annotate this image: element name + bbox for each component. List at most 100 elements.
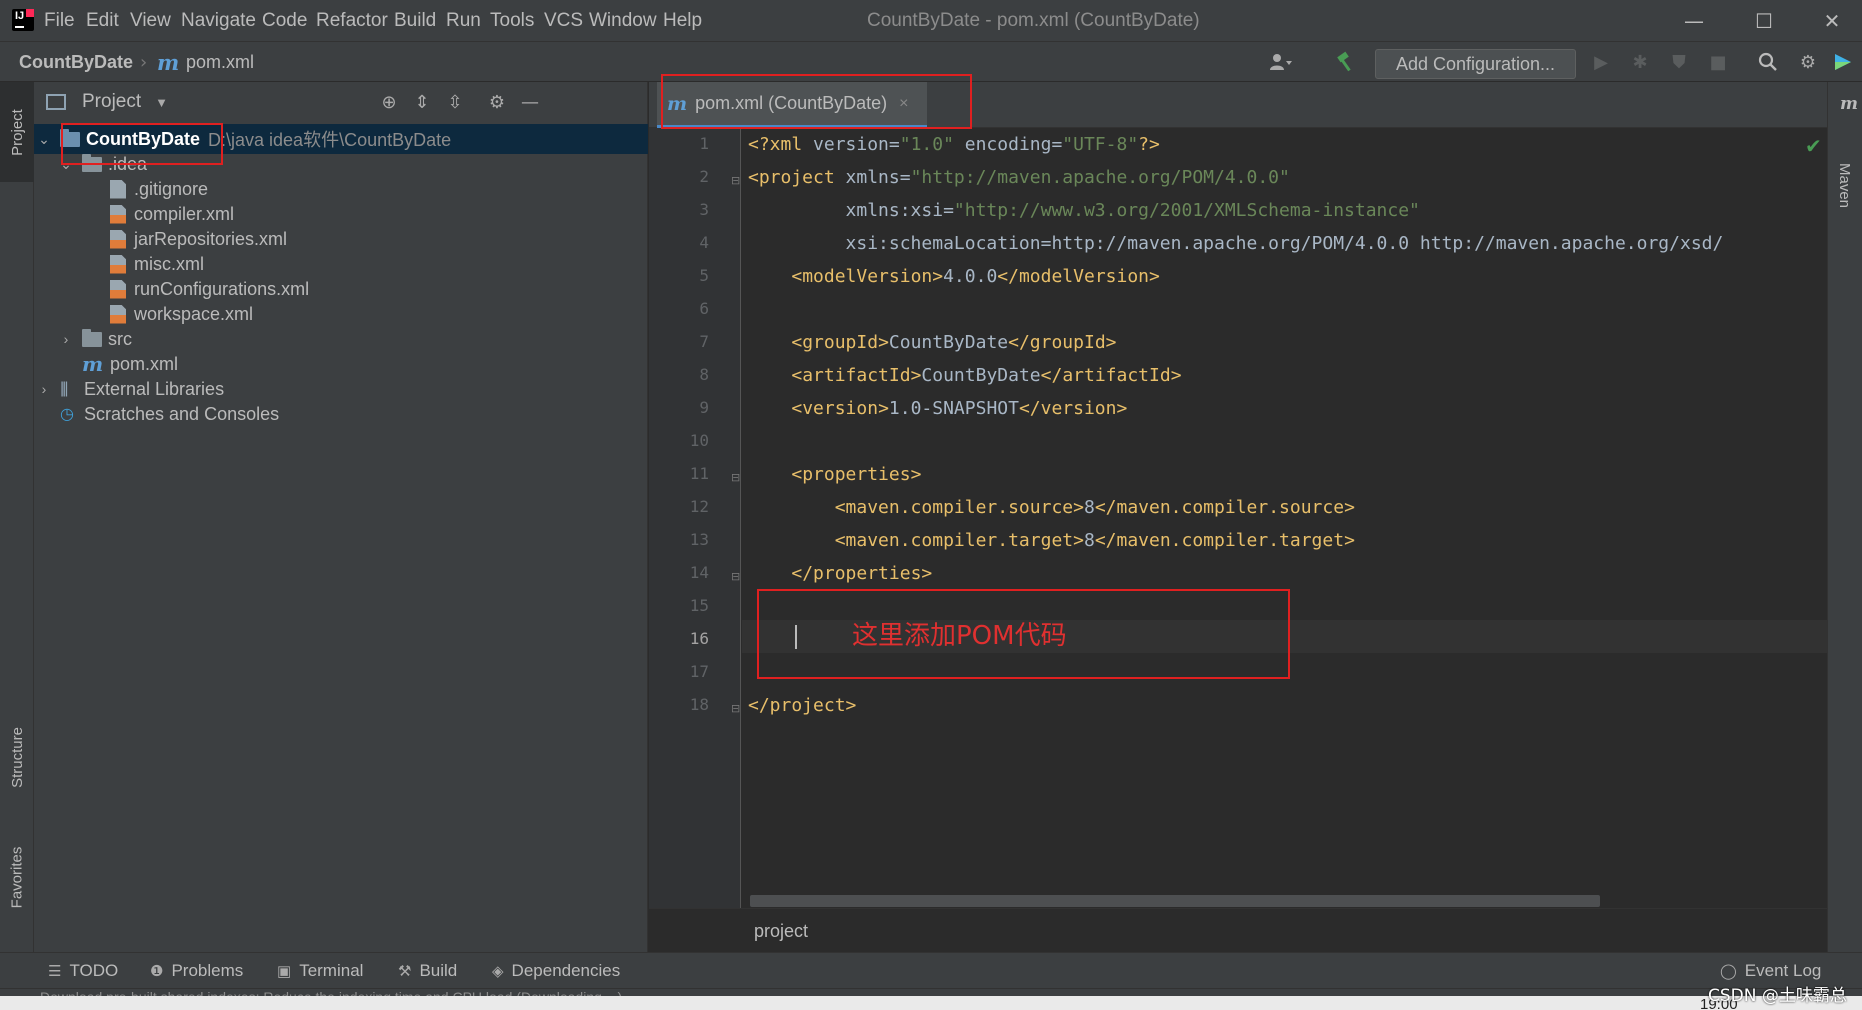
tab-problems[interactable]: ❶ Problems — [150, 953, 243, 989]
chevron-right-icon[interactable]: › — [56, 331, 76, 347]
breadcrumb-separator: › — [140, 51, 148, 73]
annotation-box-tab — [661, 74, 972, 129]
breadcrumb-project[interactable]: CountByDate — [19, 42, 133, 82]
code-line-13: <maven.compiler.target>8</maven.compiler… — [834, 530, 1355, 551]
breadcrumb-file[interactable]: pom.xml — [186, 42, 254, 82]
tab-terminal[interactable]: ▣ Terminal — [277, 953, 363, 989]
line-number: 13 — [689, 530, 709, 549]
tab-project-tool[interactable]: Project — [0, 82, 34, 182]
menu-window[interactable]: Window — [589, 0, 657, 42]
line-number-current: 16 — [689, 629, 709, 648]
no-problems-check-icon[interactable]: ✔ — [1805, 134, 1822, 158]
list-icon: ☰ — [48, 963, 62, 980]
minimize-button[interactable]: — — [1664, 0, 1724, 42]
tab-build[interactable]: ⚒ Build — [398, 953, 457, 989]
menu-navigate[interactable]: Navigate — [181, 0, 256, 42]
os-taskbar — [0, 996, 1862, 1010]
tab-maven-tool[interactable]: Maven — [1833, 150, 1857, 220]
menu-edit[interactable]: Edit — [86, 0, 119, 42]
xml-file-icon — [110, 229, 126, 249]
maximize-button[interactable]: ☐ — [1734, 0, 1794, 42]
tab-structure-tool[interactable]: Structure — [0, 702, 34, 812]
line-number: 14 — [689, 563, 709, 582]
coverage-icon[interactable]: ⛊ — [1666, 50, 1692, 74]
menu-refactor[interactable]: Refactor — [316, 0, 388, 42]
menu-build[interactable]: Build — [394, 0, 436, 42]
menu-tools[interactable]: Tools — [490, 0, 534, 42]
fold-marker-icon[interactable]: ⊟ — [731, 702, 740, 715]
tree-item-label: runConfigurations.xml — [134, 278, 310, 299]
menu-file[interactable]: File — [44, 0, 75, 42]
menu-code[interactable]: Code — [262, 0, 307, 42]
fold-marker-icon[interactable]: ⊟ — [731, 570, 740, 583]
line-number: 4 — [699, 233, 709, 252]
menu-vcs[interactable]: VCS — [544, 0, 583, 42]
hide-panel-icon[interactable]: — — [517, 90, 543, 114]
tree-item-scratches[interactable]: ◷ Scratches and Consoles — [34, 399, 648, 429]
code-line-9: <version>1.0-SNAPSHOT</version> — [791, 398, 1128, 419]
event-log-label: Event Log — [1744, 961, 1822, 980]
debug-icon[interactable]: ✱ — [1627, 50, 1653, 74]
project-tool-label: Project — [8, 108, 26, 156]
add-configuration-button[interactable]: Add Configuration... — [1375, 49, 1576, 79]
gear-icon[interactable]: ⚙ — [1795, 50, 1821, 74]
user-icon[interactable] — [1268, 50, 1294, 74]
expand-all-icon[interactable]: ⇕ — [409, 90, 435, 114]
tree-item-label: jarRepositories.xml — [134, 228, 288, 249]
project-panel: Project ▼ ⊕ ⇕ ⇳ ⚙ — ⌄ CountByDate D:\java… — [34, 82, 648, 952]
menu-help[interactable]: Help — [663, 0, 702, 42]
chevron-down-icon[interactable]: ⌄ — [34, 131, 54, 148]
tree-item-label: src — [108, 328, 132, 349]
line-number: 3 — [699, 200, 709, 219]
xml-file-icon — [110, 304, 126, 324]
editor-breadcrumb-bar: project — [649, 908, 1827, 952]
line-number: 5 — [699, 266, 709, 285]
code-line-5: <modelVersion>4.0.0</modelVersion> — [791, 266, 1160, 287]
fold-marker-icon[interactable]: ⊟ — [731, 471, 740, 484]
chevron-right-icon[interactable]: › — [34, 381, 54, 397]
layers-icon: ◈ — [492, 963, 504, 980]
menu-view[interactable]: View — [130, 0, 171, 42]
panel-settings-gear-icon[interactable]: ⚙ — [484, 90, 510, 114]
fold-marker-icon[interactable]: ⊟ — [731, 174, 740, 187]
line-number: 11 — [689, 464, 709, 483]
code-line-1: <?xml version="1.0" encoding="UTF-8"?> — [748, 134, 1160, 155]
tab-todo-label: TODO — [69, 961, 119, 980]
editor-breadcrumb-project[interactable]: project — [754, 909, 808, 953]
code-line-2: <project xmlns="http://maven.apache.org/… — [748, 167, 1290, 188]
tree-item-label: Scratches and Consoles — [84, 403, 280, 424]
line-number: 6 — [699, 299, 709, 318]
code-line-3: xmlns:xsi="http://www.w3.org/2001/XMLSch… — [748, 200, 1420, 221]
project-view-selector[interactable]: Project ▼ — [82, 82, 168, 122]
line-number: 8 — [699, 365, 709, 384]
menu-bar: IJ File Edit View Navigate Code Refactor… — [0, 0, 1862, 42]
locate-file-icon[interactable]: ⊕ — [376, 90, 402, 114]
build-hammer-icon[interactable] — [1333, 50, 1359, 74]
toolbox-icon[interactable] — [1830, 50, 1856, 74]
menu-run[interactable]: Run — [446, 0, 481, 42]
collapse-all-icon[interactable]: ⇳ — [442, 90, 468, 114]
tab-dependencies[interactable]: ◈ Dependencies — [492, 953, 620, 989]
run-icon[interactable]: ▶ — [1588, 50, 1614, 74]
stop-icon[interactable]: ■ — [1705, 50, 1731, 74]
tab-dependencies-label: Dependencies — [511, 961, 621, 980]
horizontal-scrollbar[interactable] — [750, 895, 1600, 907]
search-icon[interactable] — [1755, 50, 1781, 74]
code-line-7: <groupId>CountByDate</groupId> — [791, 332, 1117, 353]
line-number: 2 — [699, 167, 709, 186]
scratches-icon: ◷ — [60, 406, 74, 423]
code-editor[interactable]: <?xml version="1.0" encoding="UTF-8"?> <… — [742, 128, 1827, 908]
maven-tool-label: Maven — [1836, 162, 1854, 208]
line-number: 12 — [689, 497, 709, 516]
tab-todo[interactable]: ☰ TODO — [48, 953, 118, 989]
line-number: 10 — [689, 431, 709, 450]
tree-item-label: compiler.xml — [134, 203, 235, 224]
structure-tool-label: Structure — [8, 726, 26, 788]
project-view-icon — [46, 94, 66, 110]
code-line-4: xsi:schemaLocation=http://maven.apache.o… — [748, 233, 1724, 254]
close-button[interactable]: ✕ — [1802, 0, 1862, 42]
tab-favorites-tool[interactable]: Favorites — [0, 822, 34, 932]
maven-tool-icon[interactable]: m — [1840, 94, 1858, 114]
tab-build-label: Build — [419, 961, 458, 980]
info-icon: ❶ — [150, 963, 164, 980]
